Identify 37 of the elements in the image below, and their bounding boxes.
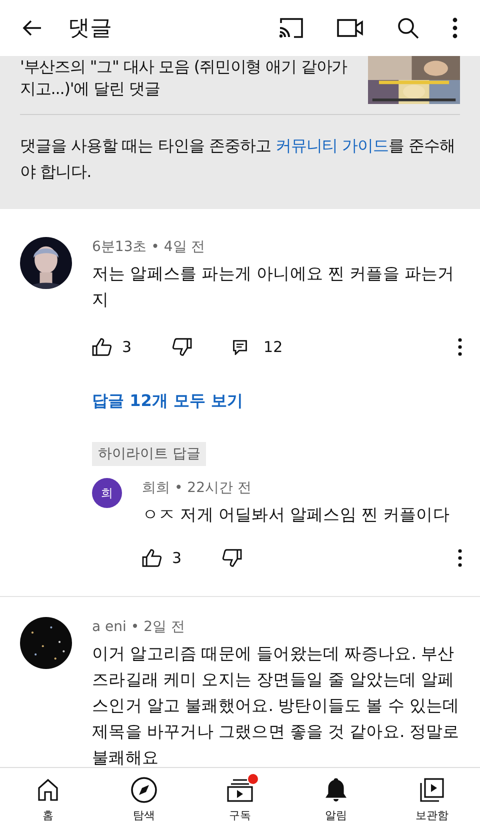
more-icon[interactable] (452, 17, 458, 39)
reply-button[interactable]: 12 (232, 338, 283, 356)
search-icon[interactable] (396, 16, 420, 40)
comment-text: 이거 알고리즘 때문에 들어왔는데 짜증나요. 부산즈라길래 케미 오지는 장면들일 줄 알았는데 알페스인거 알고 불쾌했어요. 방탄이들도 볼 수 있는데 제목을 바꾸거나 그랬으면 좋을 것 같아요. 정말로 불쾌해요 (92, 643, 460, 767)
cast-icon[interactable] (278, 17, 304, 39)
library-icon (419, 776, 445, 802)
reply-text: ㅇㅈ 저게 어딜봐서 알페스임 찐 커플이다 (142, 504, 451, 526)
home-tab[interactable]: 홈 (0, 768, 96, 830)
subscriptions-tab[interactable]: 구독 (192, 768, 288, 830)
notifications-tab[interactable]: 알림 (288, 768, 384, 830)
guideline-text: 댓글을 사용할 때는 타인을 존중하고 커뮤니티 가이드를 준수해야 합니다. (20, 135, 456, 183)
reply-avatar: 희 (92, 478, 122, 508)
home-icon (36, 778, 60, 802)
bell-icon (324, 776, 348, 802)
subscriptions-icon (226, 776, 254, 802)
reply-meta: 희희 • 22시간 전 (142, 479, 252, 498)
comment-meta: a eni • 2일 전 (92, 618, 186, 637)
comment-icon (232, 339, 248, 355)
thumbs-up-icon (92, 338, 112, 356)
thumbs-down-icon[interactable] (172, 338, 192, 356)
more-icon[interactable] (458, 338, 462, 356)
page-title: 댓글 (68, 15, 112, 43)
more-icon[interactable] (458, 549, 462, 567)
compass-icon (130, 776, 158, 804)
thumbs-down-icon[interactable] (222, 549, 242, 567)
highlight-label: 하이라이트 답글 (92, 442, 206, 466)
comment-text: 저는 알페스를 파는게 아니에요 찐 커플을 파는거지 (92, 263, 456, 311)
library-tab[interactable]: 보관함 (384, 768, 480, 830)
like-button[interactable]: 3 (92, 338, 132, 356)
thumbs-up-icon (142, 549, 162, 567)
community-guidelines-link[interactable]: 커뮤니티 가이드 (275, 136, 389, 155)
video-title: '부산즈의 "그" 대사 모음 (쥐민이형 애기 같아가 지고...)'에 달린 댓글 (20, 56, 348, 100)
video-camera-icon[interactable] (336, 17, 364, 39)
view-replies-link[interactable]: 답글 12개 모두 보기 (92, 391, 243, 412)
comment-meta: 6분13초 • 4일 전 (92, 238, 206, 257)
explore-tab[interactable]: 탐색 (96, 768, 192, 830)
like-button[interactable]: 3 (142, 549, 182, 567)
